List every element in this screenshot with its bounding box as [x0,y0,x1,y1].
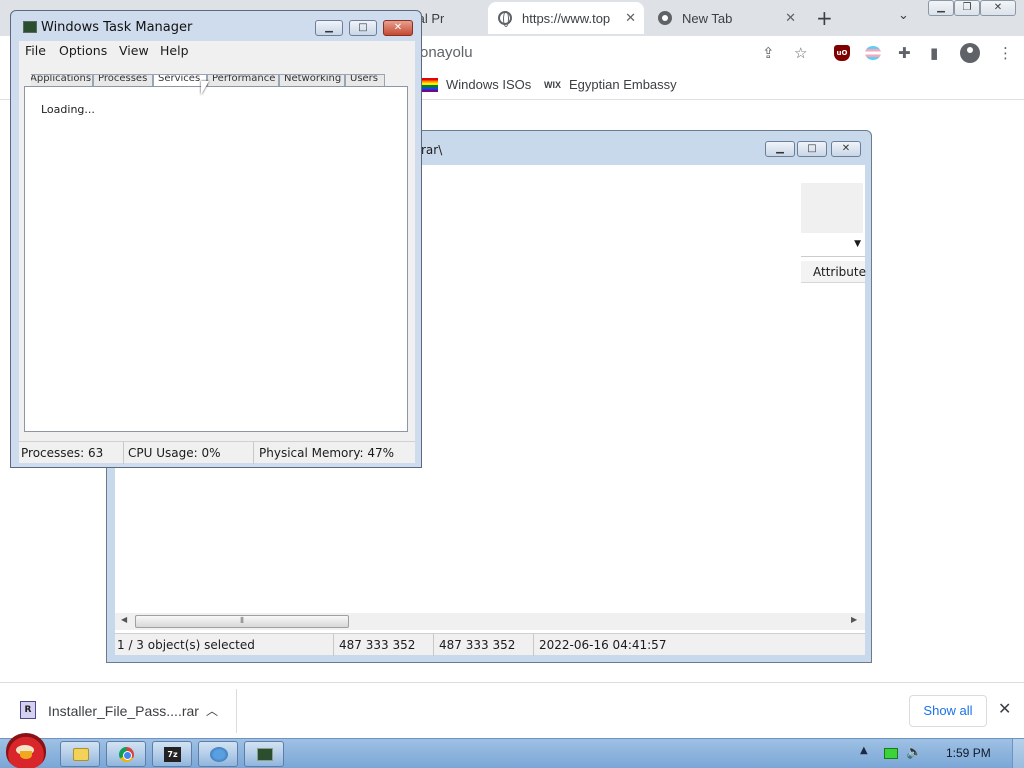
globe-icon [498,11,512,27]
bookmark-egyptian-embassy[interactable]: WIX Egyptian Embassy [544,77,677,92]
divider [236,689,237,733]
mouse-cursor-icon [201,81,209,95]
menu-bar: File Options View Help [19,41,415,61]
task-manager-icon [23,21,37,33]
taskbar-7zip[interactable]: 7z [152,741,192,767]
restore-button[interactable]: ❐ [954,0,980,16]
maximize-button[interactable]: □ [797,141,827,157]
close-icon[interactable]: ✕ [785,10,796,26]
tray-expand-icon[interactable]: ▲ [860,745,868,756]
rainbow-flag-icon [422,77,438,92]
bookmark-label: Windows ISOs [446,77,532,92]
column-header-attributes[interactable]: Attribute [801,261,866,283]
loading-text: Loading... [41,103,95,116]
close-icon[interactable]: ✕ [998,699,1011,718]
menu-help[interactable]: Help [160,43,189,58]
scrollbar-thumb[interactable]: ⦀ [135,615,349,628]
toolbar-area [801,183,863,233]
task-manager-icon [257,748,273,761]
task-manager-window: Windows Task Manager ▁ □ ✕ File Options … [10,10,422,468]
download-item[interactable]: Installer_File_Pass....rar [48,703,199,719]
close-button[interactable]: ✕ [980,0,1016,16]
taskbar: 7z ▲ 🔈 1:59 PM [0,733,1024,768]
menu-options[interactable]: Options [59,43,107,58]
taskbar-explorer[interactable] [60,741,100,767]
divider [123,442,124,464]
packed-size-status: 487 333 352 [439,638,516,652]
volume-icon[interactable]: 🔈 [906,745,922,760]
scroll-left-icon[interactable]: ◀ [121,615,127,624]
wix-icon: WIX [544,79,561,90]
services-panel: Loading... [24,86,408,432]
path-dropdown[interactable]: ▼ [801,237,865,257]
7zip-icon: 7z [164,747,181,762]
new-tab-button[interactable]: + [816,6,833,30]
show-desktop-button[interactable] [1012,739,1024,768]
chevron-up-icon[interactable]: ︿ [206,702,218,719]
close-button[interactable]: ✕ [383,20,413,36]
tab-label: https://www.top [522,10,611,26]
minimize-button[interactable]: ▁ [315,20,343,36]
tab-new-tab[interactable]: New Tab ✕ [648,2,804,34]
side-panel-icon[interactable]: ▮ [930,44,938,62]
close-icon[interactable]: ✕ [625,10,636,26]
tab-active[interactable]: https://www.top ✕ [488,2,644,34]
size-status: 487 333 352 [339,638,416,652]
download-shelf: R Installer_File_Pass....rar ︿ Show all … [0,682,1024,738]
minimize-button[interactable]: ▁ [765,141,795,157]
cpu-usage: CPU Usage: 0% [128,446,221,460]
divider [533,634,534,656]
ublock-icon[interactable]: uO [834,45,850,61]
tab-total[interactable]: tal Pr [414,2,480,34]
menu-view[interactable]: View [119,43,149,58]
physical-memory: Physical Memory: 47% [259,446,395,460]
start-button-icon[interactable] [6,733,46,768]
show-all-button[interactable]: Show all [909,695,987,727]
minimize-button[interactable]: ▁ [928,0,954,16]
extension-flag-icon[interactable] [865,46,881,60]
clock[interactable]: 1:59 PM [946,746,991,760]
divider [433,634,434,656]
divider [253,442,254,464]
puzzle-icon[interactable]: ✚ [898,44,911,62]
battery-icon[interactable] [884,748,898,759]
maximize-button[interactable]: □ [349,20,377,36]
share-icon[interactable]: ⇪ [762,44,775,62]
status-bar: 1 / 3 object(s) selected 487 333 352 487… [115,633,865,656]
bookmark-windows-isos[interactable]: Windows ISOs [422,77,531,92]
tab-label: New Tab [682,10,733,26]
processes-count: Processes: 63 [21,446,104,460]
task-manager-body: File Options View Help Applications Proc… [19,41,415,464]
modified-status: 2022-06-16 04:41:57 [539,638,667,652]
more-menu-icon[interactable]: ⋮ [998,44,1013,62]
chevron-down-icon[interactable]: ⌄ [898,8,909,23]
network-icon [210,747,228,762]
chrome-icon [658,11,672,25]
folder-icon [73,748,89,761]
menu-file[interactable]: File [25,43,46,58]
dropdown-arrow-icon: ▼ [854,239,861,249]
chrome-icon [119,747,134,762]
selection-status: 1 / 3 object(s) selected [117,638,255,652]
window-title: Windows Task Manager [41,20,193,35]
scroll-right-icon[interactable]: ▶ [851,615,857,624]
close-button[interactable]: ✕ [831,141,861,157]
taskbar-chrome[interactable] [106,741,146,767]
divider [333,634,334,656]
profile-avatar-icon[interactable] [960,43,980,63]
star-icon[interactable]: ☆ [794,44,807,62]
address-bar[interactable]: onayolu [420,44,473,61]
window-title: rar\ [421,143,443,157]
bookmark-label: Egyptian Embassy [569,77,677,92]
taskbar-task-manager[interactable] [244,741,284,767]
horizontal-scrollbar[interactable]: ◀ ⦀ ▶ [115,613,865,630]
taskbar-network[interactable] [198,741,238,767]
status-bar: Processes: 63 CPU Usage: 0% Physical Mem… [19,441,415,464]
rar-file-icon: R [20,701,36,719]
